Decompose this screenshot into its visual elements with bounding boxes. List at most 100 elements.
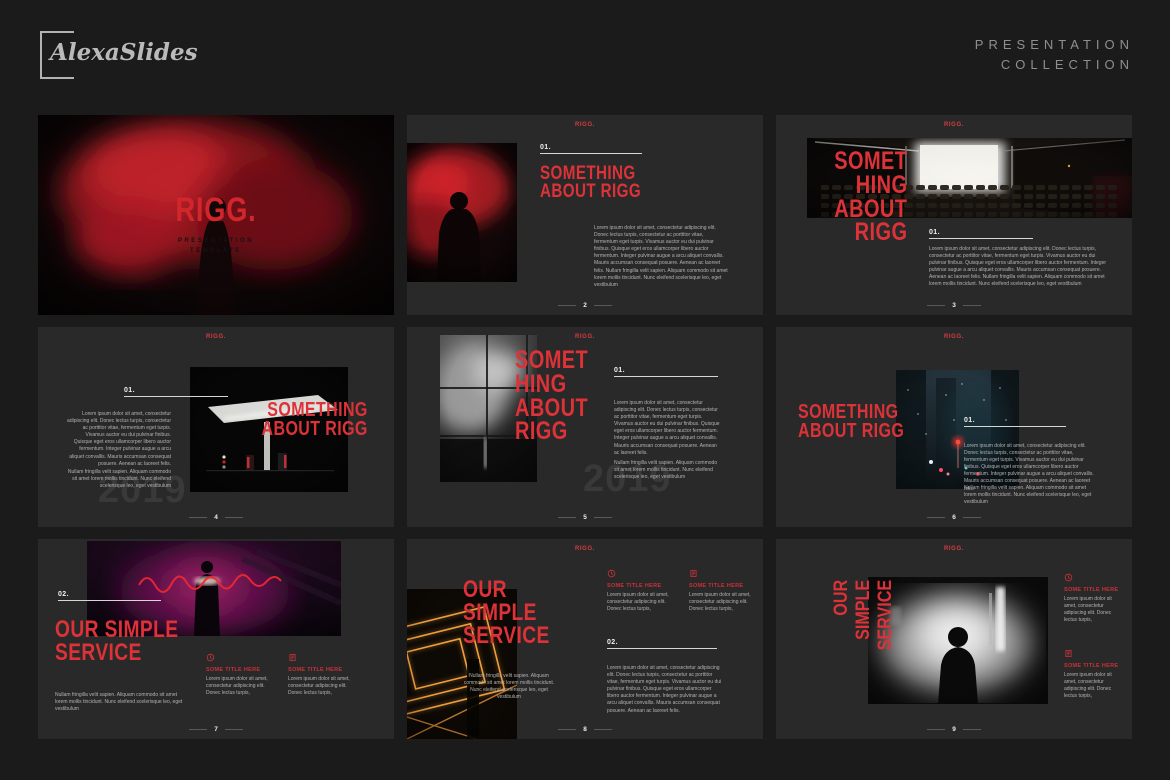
- section-number: 01.: [929, 229, 1033, 236]
- page-indicator: 8: [407, 726, 763, 733]
- feature-body: Lorem ipsum dolor sit amet, consectetur …: [1064, 596, 1122, 624]
- slide-thumbnail-8[interactable]: RIGG. OUR SIMPLE SERVICE Nullam fringi: [407, 539, 763, 739]
- feature-block: SOME TITLE HERE Lorem ipsum dolor sit am…: [689, 569, 761, 613]
- cover-subtitle: PRESENTATION TEMPLATE: [38, 236, 394, 256]
- feature-title: SOME TITLE HERE: [288, 667, 362, 673]
- document-icon: [689, 569, 698, 578]
- slide-title: SOMETHING ABOUT RIGG: [798, 403, 904, 441]
- page-number: 3: [952, 302, 956, 309]
- section-index: 02.: [607, 639, 717, 649]
- presentation-collection-page: AlexaSlides PRESENTATION COLLECTION RIGG…: [0, 0, 1170, 780]
- feature-body: Lorem ipsum dolor sit amet, consectetur …: [206, 676, 280, 697]
- slide-thumbnail-4[interactable]: RIGG. 2019 01. Lorem ipsum dolor sit ame…: [38, 327, 394, 527]
- slide-title: SOMETHING ABOUT RIGG: [262, 401, 368, 439]
- page-dash: [594, 729, 612, 730]
- page-dash: [927, 305, 945, 306]
- cover-title: RIGG.: [74, 191, 359, 230]
- page-number: 9: [952, 726, 956, 733]
- page-dash: [225, 517, 243, 518]
- page-dash: [927, 729, 945, 730]
- slide-thumbnail-3[interactable]: RIGG. SOMET HING ABOUT RIGG 01. Lorem ip…: [776, 115, 1132, 315]
- page-indicator: 4: [38, 514, 394, 521]
- section-index: 01.: [124, 387, 228, 397]
- feature-title: SOME TITLE HERE: [1064, 663, 1122, 669]
- slide-brand-logo: RIGG.: [776, 334, 1132, 340]
- section-number: 01.: [124, 387, 228, 394]
- feature-title: SOME TITLE HERE: [1064, 587, 1122, 593]
- section-divider-line: [124, 396, 228, 397]
- clock-icon: [607, 569, 616, 578]
- slide-thumbnail-1[interactable]: RIGG. PRESENTATION TEMPLATE: [38, 115, 394, 315]
- section-number: 01.: [540, 144, 642, 151]
- slide-brand-logo: RIGG.: [407, 334, 763, 340]
- document-icon: [1064, 649, 1073, 658]
- feature-block: SOME TITLE HERE Lorem ipsum dolor sit am…: [607, 569, 681, 613]
- red-smoke-figure-image: [407, 143, 517, 282]
- section-index: 01.: [614, 367, 718, 377]
- page-dash: [558, 305, 576, 306]
- page-dash: [558, 729, 576, 730]
- feature-block: SOME TITLE HERE Lorem ipsum dolor sit am…: [1064, 649, 1122, 700]
- slide-title: SOMET HING ABOUT RIGG: [515, 349, 588, 444]
- slide-brand-logo: RIGG.: [776, 122, 1132, 128]
- slide-thumbnail-2[interactable]: RIGG. 01. SOMETHING ABOUT RIGG Lorem ips…: [407, 115, 763, 315]
- page-indicator: 9: [776, 726, 1132, 733]
- section-number: 01.: [614, 367, 718, 374]
- document-icon: [288, 653, 297, 662]
- page-dash: [594, 517, 612, 518]
- page-dash: [963, 305, 981, 306]
- slide-body-text: Lorem ipsum dolor sit amet, consectetur …: [607, 665, 723, 715]
- alexaslides-logo[interactable]: AlexaSlides: [40, 31, 190, 80]
- page-number: 8: [583, 726, 587, 733]
- section-index: 01.: [929, 229, 1033, 239]
- page-dash: [963, 517, 981, 518]
- slide-title: SOMETHING ABOUT RIGG: [540, 165, 641, 201]
- page-indicator: 2: [407, 302, 763, 309]
- feature-block: SOME TITLE HERE Lorem ipsum dolor sit am…: [1064, 573, 1122, 624]
- section-divider-line: [614, 376, 718, 377]
- section-index: 02.: [58, 591, 161, 601]
- section-index: 01.: [540, 144, 642, 154]
- slide-body-text: Lorem ipsum dolor sit amet, consectetur …: [594, 225, 728, 289]
- slide-brand-logo: RIGG.: [776, 546, 1132, 552]
- page-number: 4: [214, 514, 218, 521]
- feature-title: SOME TITLE HERE: [689, 583, 761, 589]
- logo-text: AlexaSlides: [50, 39, 198, 66]
- slide-body-text: Nullam fringilla velit sapien. Aliquam c…: [964, 485, 1097, 506]
- section-number: 02.: [607, 639, 717, 646]
- section-divider-line: [58, 600, 161, 601]
- page-dash: [558, 517, 576, 518]
- slide-body-text: Nullam fringilla velit sapien. Aliquam c…: [614, 460, 720, 481]
- section-divider-line: [964, 426, 1066, 427]
- feature-body: Lorem ipsum dolor sit amet, consectetur …: [1064, 672, 1122, 700]
- page-dash: [189, 517, 207, 518]
- slide-thumbnail-5[interactable]: RIGG. 2019 SOMET HING ABOUT RIGG 01. Lor…: [407, 327, 763, 527]
- slide-thumbnail-6[interactable]: RIGG. SOMETHING ABOUT RIGG 01.: [776, 327, 1132, 527]
- section-divider-line: [929, 238, 1033, 239]
- slide-brand-logo: RIGG.: [407, 122, 763, 128]
- feature-body: Lorem ipsum dolor sit amet, consectetur …: [689, 592, 761, 613]
- slide-thumbnail-7[interactable]: 02. OUR SIMPLE SERVICE Nullam fringilla …: [38, 539, 394, 739]
- slide-intro-text: Nullam fringilla velit sapien. Aliquam c…: [55, 692, 190, 713]
- section-divider-line: [607, 648, 717, 649]
- slide-body-text: Nullam fringilla velit sapien. Aliquam c…: [66, 469, 171, 490]
- clock-icon: [1064, 573, 1073, 582]
- slide-body-text: Lorem ipsum dolor sit amet, consectetur …: [929, 246, 1113, 289]
- clock-icon: [206, 653, 215, 662]
- slide-title: SOMET HING ABOUT RIGG: [834, 150, 907, 245]
- slide-body-text: Lorem ipsum dolor sit amet, consectetur …: [614, 400, 720, 457]
- page-indicator: 7: [38, 726, 394, 733]
- section-number: 01.: [964, 417, 1066, 424]
- page-dash: [594, 305, 612, 306]
- page-number: 2: [583, 302, 587, 309]
- page-dash: [963, 729, 981, 730]
- page-number: 6: [952, 514, 956, 521]
- slide-body-text: Lorem ipsum dolor sit amet, consectetur …: [66, 411, 171, 468]
- feature-body: Lorem ipsum dolor sit amet, consectetur …: [607, 592, 681, 613]
- feature-title: SOME TITLE HERE: [607, 583, 681, 589]
- slide-brand-logo: RIGG.: [38, 334, 394, 340]
- slide-title: OUR SIMPLE SERVICE: [55, 619, 178, 665]
- page-dash: [927, 517, 945, 518]
- feature-block: SOME TITLE HERE Lorem ipsum dolor sit am…: [206, 653, 280, 697]
- slide-thumbnail-9[interactable]: RIGG. OUR SIMPLE SERVICE SOME TITLE HERE…: [776, 539, 1132, 739]
